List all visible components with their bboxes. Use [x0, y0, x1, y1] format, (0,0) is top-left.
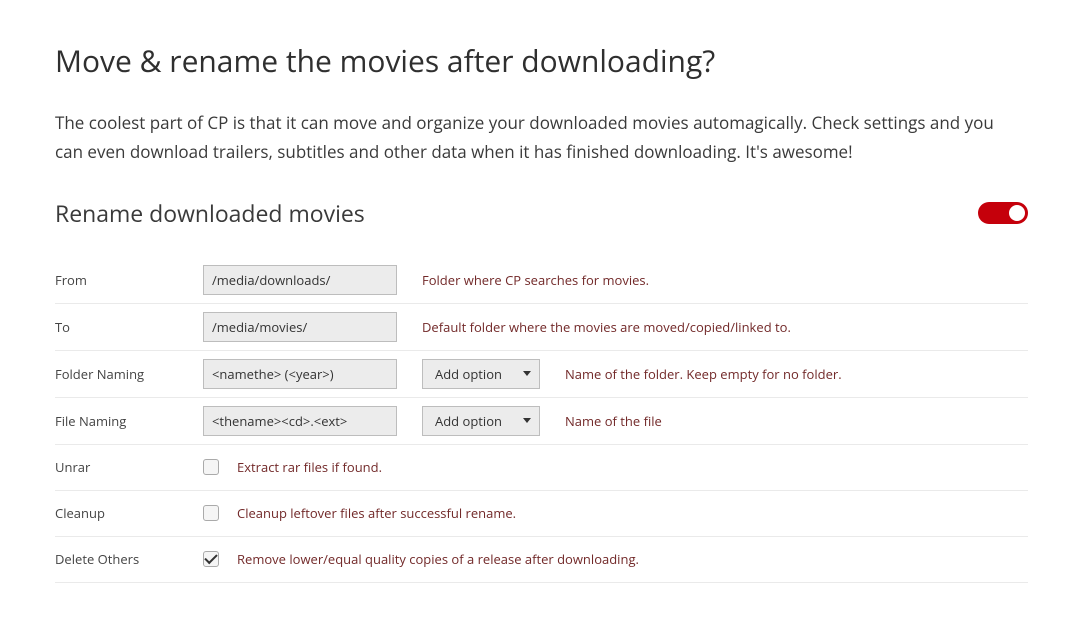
- dropdown-label-file: Add option: [435, 412, 502, 430]
- label-from: From: [55, 271, 203, 289]
- checkbox-unrar[interactable]: [203, 459, 219, 475]
- label-delete-others: Delete Others: [55, 550, 203, 568]
- row-to: To Default folder where the movies are m…: [55, 304, 1028, 351]
- row-file-naming: File Naming Add option Name of the file: [55, 398, 1028, 445]
- checkbox-delete-others[interactable]: [203, 551, 219, 567]
- settings-table: From Folder where CP searches for movies…: [55, 257, 1028, 583]
- label-folder-naming: Folder Naming: [55, 365, 203, 383]
- help-cleanup: Cleanup leftover files after successful …: [237, 504, 516, 522]
- row-folder-naming: Folder Naming Add option Name of the fol…: [55, 351, 1028, 398]
- row-delete-others: Delete Others Remove lower/equal quality…: [55, 537, 1028, 583]
- input-file-naming[interactable]: [203, 406, 397, 436]
- dropdown-label-folder: Add option: [435, 365, 502, 383]
- page-description: The coolest part of CP is that it can mo…: [55, 109, 1025, 167]
- row-from: From Folder where CP searches for movies…: [55, 257, 1028, 304]
- section-header: Rename downloaded movies: [55, 197, 1028, 229]
- help-file-naming: Name of the file: [565, 412, 662, 430]
- rename-toggle[interactable]: [978, 202, 1028, 224]
- dropdown-folder-naming[interactable]: Add option: [422, 359, 540, 389]
- help-to: Default folder where the movies are move…: [422, 318, 791, 336]
- row-cleanup: Cleanup Cleanup leftover files after suc…: [55, 491, 1028, 537]
- toggle-knob: [1009, 205, 1025, 221]
- help-unrar: Extract rar files if found.: [237, 458, 382, 476]
- help-from: Folder where CP searches for movies.: [422, 271, 649, 289]
- input-folder-naming[interactable]: [203, 359, 397, 389]
- label-cleanup: Cleanup: [55, 504, 203, 522]
- label-unrar: Unrar: [55, 458, 203, 476]
- label-file-naming: File Naming: [55, 412, 203, 430]
- checkbox-cleanup[interactable]: [203, 505, 219, 521]
- input-from[interactable]: [203, 265, 397, 295]
- input-to[interactable]: [203, 312, 397, 342]
- chevron-down-icon: [523, 418, 531, 423]
- help-delete-others: Remove lower/equal quality copies of a r…: [237, 550, 639, 568]
- chevron-down-icon: [523, 371, 531, 376]
- section-heading: Rename downloaded movies: [55, 197, 365, 229]
- help-folder-naming: Name of the folder. Keep empty for no fo…: [565, 365, 842, 383]
- row-unrar: Unrar Extract rar files if found.: [55, 445, 1028, 491]
- dropdown-file-naming[interactable]: Add option: [422, 406, 540, 436]
- page-title: Move & rename the movies after downloadi…: [55, 40, 1028, 81]
- label-to: To: [55, 318, 203, 336]
